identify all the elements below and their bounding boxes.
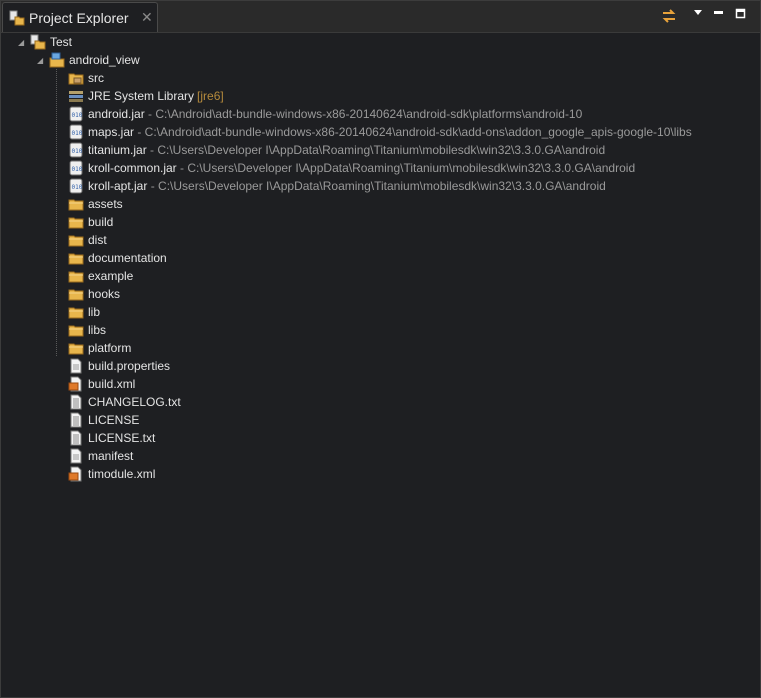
item-name: hooks [88,287,121,301]
item-name: libs [88,323,107,337]
tree-node-label: Test [50,35,73,49]
project-folder-icon [30,34,46,50]
tree-item-label: documentation [88,249,167,267]
project-explorer-icon [9,10,25,29]
svg-text:010: 010 [72,184,83,191]
tree-item-label: LICENSE [88,411,139,429]
minimize-icon[interactable] [713,7,725,22]
folder-icon [68,340,84,356]
jar-icon: 010 [68,160,84,176]
item-name: build.properties [88,359,171,373]
item-name: kroll-common.jar [88,161,177,175]
folder-icon [68,232,84,248]
tree-item-label: example [88,267,133,285]
project-explorer-view: Project Explorer ✕ ◢ Test ◢ android_view… [0,0,761,698]
tree-item-label: manifest [88,447,133,465]
collapse-arrow-icon[interactable]: ◢ [18,34,24,52]
tree-item-label: build [88,213,113,231]
item-name: lib [88,305,101,319]
folder-icon [68,304,84,320]
view-menu-icon[interactable] [692,7,704,22]
close-icon[interactable]: ✕ [141,9,153,26]
tree-item-label: CHANGELOG.txt [88,393,181,411]
item-name: LICENSE.txt [88,431,156,445]
item-decoration: - C:\Android\adt-bundle-windows-x86-2014… [144,107,583,121]
item-name: manifest [88,449,134,463]
tree-item-label: titanium.jar - C:\Users\Developer I\AppD… [88,141,605,159]
tree-item-label: src [88,69,104,87]
tree-item-label: platform [88,339,131,357]
view-title: Project Explorer [29,10,129,26]
source-folder-icon [68,70,84,86]
item-name: timodule.xml [88,467,156,481]
tree-item-label: kroll-common.jar - C:\Users\Developer I\… [88,159,635,177]
file-icon [68,448,84,464]
svg-text:010: 010 [72,166,83,173]
item-name: build [88,215,114,229]
item-decoration: - C:\Android\adt-bundle-windows-x86-2014… [134,125,692,139]
xml-file-icon [68,376,84,392]
item-name: LICENSE [88,413,140,427]
tree-item-label: LICENSE.txt [88,429,155,447]
item-name: documentation [88,251,167,265]
tree-item-label: assets [88,195,123,213]
text-file-icon [68,412,84,428]
tree-guide-line [56,69,57,357]
text-file-icon [68,394,84,410]
item-name: titanium.jar [88,143,147,157]
item-name: dist [88,233,107,247]
folder-icon [68,196,84,212]
tree-item-label: kroll-apt.jar - C:\Users\Developer I\App… [88,177,606,195]
folder-icon [68,322,84,338]
tree-item-label: hooks [88,285,120,303]
tree-item-label: JRE System Library [jre6] [88,87,224,105]
android-project-icon [49,52,65,68]
item-name: assets [88,197,123,211]
tree-item-label: build.xml [88,375,135,393]
item-name: CHANGELOG.txt [88,395,181,409]
tree-item-label: maps.jar - C:\Android\adt-bundle-windows… [88,123,692,141]
folder-icon [68,250,84,266]
item-decoration: - C:\Users\Developer I\AppData\Roaming\T… [147,179,606,193]
item-name: kroll-apt.jar [88,179,148,193]
item-decoration: - C:\Users\Developer I\AppData\Roaming\T… [176,161,636,175]
tree-node-label: android_view [69,53,140,67]
jar-icon: 010 [68,124,84,140]
jar-icon: 010 [68,106,84,122]
svg-text:010: 010 [72,148,83,155]
item-name: android.jar [88,107,145,121]
library-icon [68,88,84,104]
item-name: JRE System Library [88,89,195,103]
tab-project-explorer[interactable]: Project Explorer ✕ [2,2,158,32]
link-with-editor-icon[interactable] [660,7,678,28]
item-decoration: [jre6] [197,89,224,103]
item-name: platform [88,341,132,355]
tree-item-label: build.properties [88,357,170,375]
item-decoration: - C:\Users\Developer I\AppData\Roaming\T… [146,143,606,157]
project-tree: ◢ Test ◢ android_view srcJRE System Lib [1,32,760,697]
jar-icon: 010 [68,178,84,194]
svg-text:010: 010 [72,112,83,119]
item-name: example [88,269,134,283]
folder-icon [68,214,84,230]
xml-file-icon [68,466,84,482]
item-name: maps.jar [88,125,135,139]
jar-icon: 010 [68,142,84,158]
text-file-icon [68,430,84,446]
tree-item-label: timodule.xml [88,465,155,483]
view-titlebar: Project Explorer ✕ [1,1,760,33]
tree-item-label: lib [88,303,100,321]
tree-item-label: libs [88,321,106,339]
item-name: src [88,71,104,85]
item-name: build.xml [88,377,136,391]
folder-icon [68,286,84,302]
collapse-arrow-icon[interactable]: ◢ [37,52,43,70]
folder-icon [68,268,84,284]
file-icon [68,358,84,374]
tree-item-label: dist [88,231,107,249]
tree-item-label: android.jar - C:\Android\adt-bundle-wind… [88,105,582,123]
svg-text:010: 010 [72,130,83,137]
maximize-icon[interactable] [735,7,747,22]
